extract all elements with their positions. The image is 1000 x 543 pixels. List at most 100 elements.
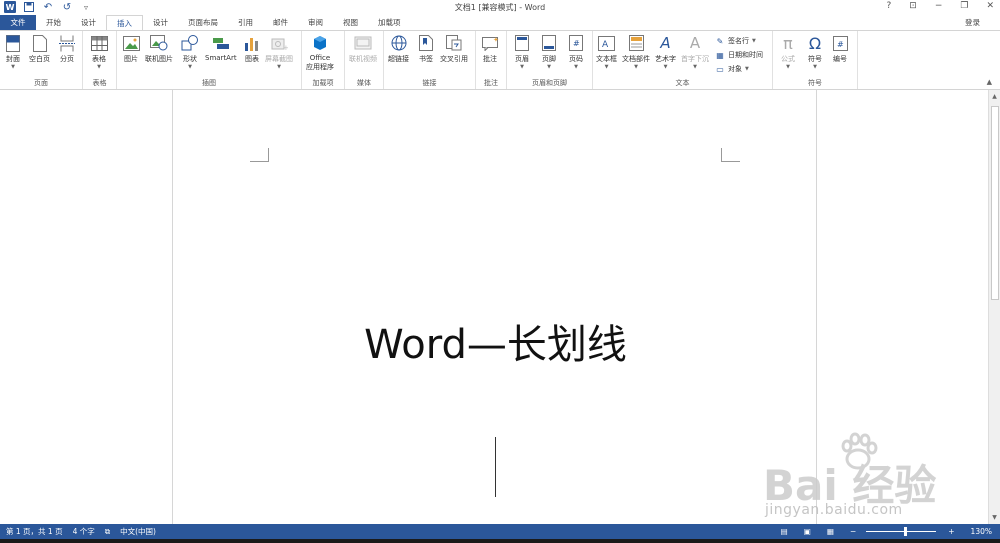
watermark-url: jingyan.baidu.com (765, 502, 903, 518)
vertical-scrollbar[interactable]: ▲ ▼ (988, 90, 1000, 524)
smartart-icon (212, 34, 230, 52)
shapes-button[interactable]: 形状 ▼ (181, 34, 199, 70)
group-comments: ✦ 批注 批注 (476, 31, 507, 89)
office-apps-label-line2: 应用程序 (306, 63, 334, 71)
tab-design[interactable]: 设计 (71, 15, 106, 30)
blank-page-button[interactable]: 空白页 (29, 34, 50, 64)
document-page[interactable]: Word—长划线 (172, 90, 817, 524)
login-link[interactable]: 登录 (965, 17, 980, 28)
group-symbols-label: 符号 (808, 79, 822, 87)
drop-cap-button[interactable]: A 首字下沉 ▼ (681, 34, 709, 70)
picture-icon (122, 34, 140, 52)
quick-parts-button[interactable]: 文档部件 ▼ (622, 34, 650, 70)
symbol-label: 符号 (808, 55, 822, 63)
picture-button[interactable]: 图片 (122, 34, 140, 64)
zoom-out-icon[interactable]: − (850, 527, 856, 536)
page-count[interactable]: 第 1 页，共 1 页 (6, 526, 63, 537)
svg-text:✦: ✦ (493, 36, 499, 44)
zoom-in-icon[interactable]: + (948, 527, 954, 536)
chevron-down-icon: ▼ (745, 66, 749, 72)
document-heading[interactable]: Word—长划线 (173, 312, 818, 370)
object-icon: ▭ (716, 64, 724, 74)
minimize-button[interactable]: − (935, 1, 943, 11)
blank-page-label: 空白页 (29, 55, 50, 63)
hyperlink-button[interactable]: 超链接 (388, 34, 409, 64)
screenshot-button[interactable]: + 屏幕截图 ▼ (265, 34, 293, 70)
footer-icon (540, 34, 558, 52)
online-picture-button[interactable]: 联机图片 (145, 34, 173, 64)
svg-text:#: # (837, 40, 844, 49)
group-text: A 文本框 ▼ 文档部件 ▼ A 艺术字 ▼ A 首字下沉 ▼ ✎ 签名行 ▼ … (593, 31, 773, 89)
zoom-level[interactable]: 130% (971, 527, 992, 536)
tab-home[interactable]: 开始 (36, 15, 71, 30)
zoom-slider[interactable] (866, 527, 937, 536)
object-button[interactable]: ▭ 对象 ▼ (715, 64, 749, 74)
office-store-icon (311, 34, 329, 52)
smartart-button[interactable]: SmartArt (205, 34, 237, 62)
chart-label: 图表 (245, 55, 259, 63)
tab-addins[interactable]: 加载项 (368, 15, 411, 30)
close-button[interactable]: ✕ (986, 1, 994, 11)
page-number-button[interactable]: # 页码 ▼ (567, 34, 585, 70)
group-tables: 表格 ▼ 表格 (83, 31, 117, 89)
word-count[interactable]: 4 个字 (73, 526, 95, 537)
restore-button[interactable]: ❐ (960, 1, 968, 11)
web-layout-icon[interactable]: ▦ (827, 527, 834, 536)
numbering-button[interactable]: # 编号 (831, 34, 849, 64)
textbox-button[interactable]: A 文本框 ▼ (596, 34, 617, 70)
cover-page-icon (4, 34, 22, 52)
scroll-down-icon[interactable]: ▼ (990, 513, 999, 522)
ribbon-display-options-button[interactable]: ⊡ (909, 1, 917, 11)
group-media-label: 媒体 (357, 79, 371, 87)
tab-mailings[interactable]: 邮件 (263, 15, 298, 30)
chevron-down-icon: ▼ (520, 64, 524, 70)
date-time-button[interactable]: ▦ 日期和时间 (715, 50, 763, 60)
proofing-icon[interactable]: ⧉ (105, 527, 110, 537)
office-apps-button[interactable]: Office 应用程序 (306, 34, 334, 72)
chevron-down-icon: ▼ (604, 64, 609, 70)
read-mode-icon[interactable]: ▤ (781, 527, 788, 536)
help-button[interactable]: ? (887, 1, 892, 11)
tab-review[interactable]: 审阅 (298, 15, 333, 30)
group-pages: 封面 ▼ 空白页 分页 页面 (0, 31, 83, 89)
tab-page-layout[interactable]: 页面布局 (178, 15, 228, 30)
window-title: 文档1 [兼容模式] - Word (454, 3, 546, 12)
tab-file[interactable]: 文件 (0, 15, 36, 30)
symbol-button[interactable]: Ω 符号 ▼ (806, 34, 824, 71)
tab-references[interactable]: 引用 (228, 15, 263, 30)
footer-button[interactable]: 页脚 ▼ (540, 34, 558, 70)
drop-cap-label: 首字下沉 (681, 55, 709, 63)
header-label: 页眉 (515, 55, 529, 63)
quick-parts-icon (627, 34, 645, 52)
page-number-label: 页码 (569, 55, 583, 63)
equation-button[interactable]: π 公式 ▼ (779, 34, 797, 71)
collapse-ribbon-icon[interactable]: ▲ (987, 78, 992, 86)
signature-line-button[interactable]: ✎ 签名行 ▼ (715, 36, 756, 46)
scroll-up-icon[interactable]: ▲ (990, 92, 999, 101)
shapes-label: 形状 (183, 55, 197, 63)
online-video-button[interactable]: 联机视频 (349, 34, 377, 64)
group-links-label: 链接 (422, 79, 437, 87)
chevron-down-icon: ▼ (97, 64, 101, 70)
scrollbar-thumb[interactable] (991, 106, 999, 300)
language-indicator[interactable]: 中文(中国) (120, 526, 156, 537)
cross-reference-button[interactable]: 交叉引用 (440, 34, 468, 64)
tab-insert[interactable]: 插入 (106, 15, 143, 31)
svg-text:+: + (283, 44, 288, 51)
header-icon (513, 34, 531, 52)
chevron-down-icon: ▼ (786, 64, 790, 70)
cover-page-button[interactable]: 封面 ▼ (4, 34, 22, 70)
header-button[interactable]: 页眉 ▼ (513, 34, 531, 70)
comment-button[interactable]: ✦ 批注 (481, 34, 499, 64)
zoom-slider-knob[interactable] (904, 527, 908, 536)
page-break-button[interactable]: 分页 (58, 34, 76, 64)
group-links: 超链接 书签 交叉引用 链接 (384, 31, 476, 89)
wordart-button[interactable]: A 艺术字 ▼ (655, 34, 676, 70)
tab-view[interactable]: 视图 (333, 15, 368, 30)
cross-reference-icon (445, 34, 463, 52)
print-layout-icon[interactable]: ▣ (804, 527, 811, 536)
bookmark-button[interactable]: 书签 (417, 34, 435, 64)
table-button[interactable]: 表格 ▼ (90, 34, 108, 70)
tab-design-2[interactable]: 设计 (143, 15, 178, 30)
chart-button[interactable]: 图表 (243, 34, 261, 64)
